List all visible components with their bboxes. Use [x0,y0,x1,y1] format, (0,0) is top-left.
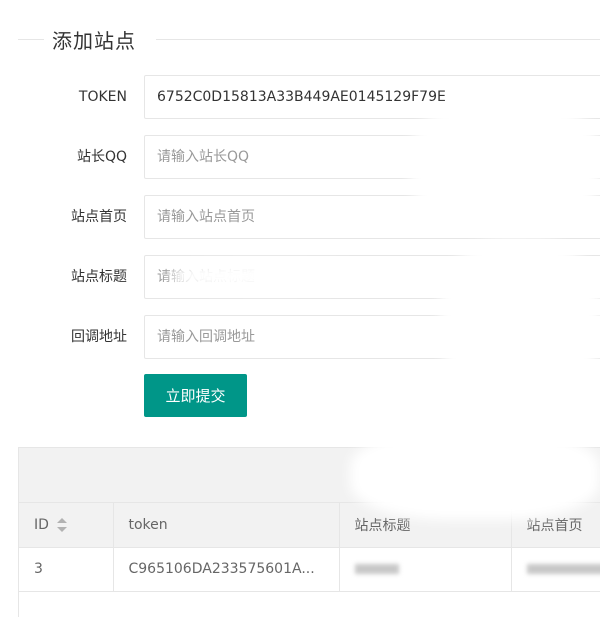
column-header-token: token [113,503,340,548]
callback-label: 回调地址 [71,329,127,345]
qq-label: 站长QQ [76,149,127,165]
cell-site-title [339,547,512,592]
redaction-smudge [170,262,370,290]
column-header-label: ID [34,516,49,533]
cell-token: C965106DA233575601A... [113,547,340,592]
table-row[interactable]: 3 C965106DA233575601A... [19,547,600,592]
site-title-label: 站点标题 [71,269,127,285]
add-site-page: 添加站点 TOKEN 站长QQ 站点首页 站点标题 回调地址 立即提交 ID [0,0,600,617]
redaction-smudge [440,240,600,400]
token-label: TOKEN [78,89,127,105]
redacted-text [526,564,600,574]
divider [18,39,44,40]
homepage-label: 站点首页 [71,209,127,225]
divider [156,39,600,40]
redacted-text [354,564,399,574]
cell-id: 3 [19,547,114,592]
redaction-smudge [410,100,600,230]
cell-homepage [511,547,600,592]
redaction-smudge [350,430,600,520]
form-fieldset-title: 添加站点 [0,22,600,58]
page-title: 添加站点 [52,29,136,53]
column-header-id[interactable]: ID [19,503,114,548]
sort-icon[interactable] [56,517,67,532]
submit-button[interactable]: 立即提交 [144,374,247,417]
